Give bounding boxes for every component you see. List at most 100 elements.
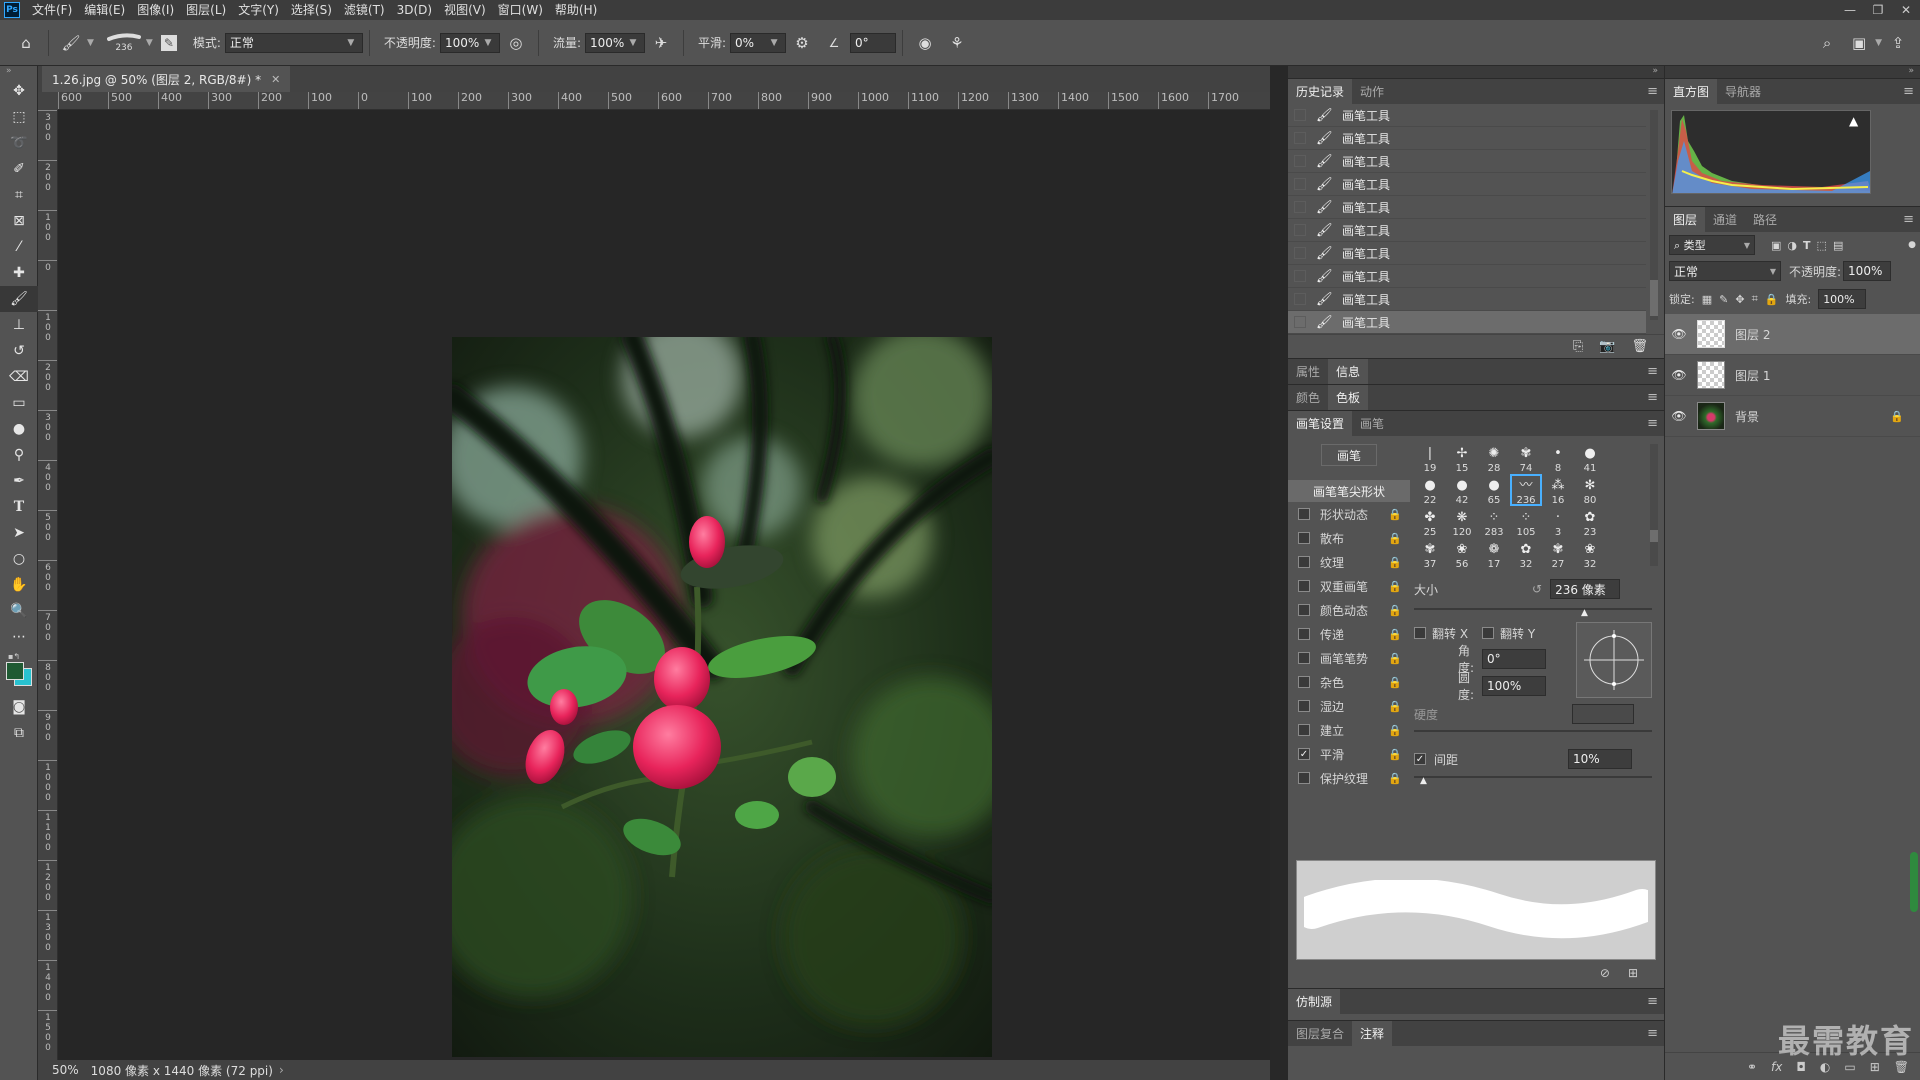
visibility-eye-icon[interactable]: 👁 (1665, 409, 1693, 423)
filter-type-icon[interactable]: T (1803, 239, 1811, 252)
tab-layer-comps[interactable]: 图层复合 (1288, 1021, 1352, 1046)
dodge-tool-icon[interactable]: ⚲ (0, 442, 38, 468)
zoom-level[interactable]: 50% (52, 1063, 79, 1077)
brush-preset[interactable]: ✿ 32 (1510, 538, 1542, 570)
filter-shape-icon[interactable]: ⬚ (1817, 239, 1827, 252)
screen-mode-icon[interactable]: ⧉ (0, 720, 38, 746)
brush-option-checkbox[interactable] (1298, 556, 1310, 568)
menu-help[interactable]: 帮助(H) (549, 0, 603, 20)
brush-preset[interactable]: ✾ 74 (1510, 442, 1542, 474)
tab-brushes[interactable]: 画笔 (1352, 411, 1392, 436)
filter-adjustment-icon[interactable]: ◑ (1787, 239, 1797, 252)
tab-histogram[interactable]: 直方图 (1665, 79, 1718, 104)
horizontal-ruler[interactable]: 600 500 400 300 200 100 0 100 200 300 400 500 600 700… (58, 92, 1270, 110)
menu-view[interactable]: 视图(V) (438, 0, 492, 20)
more-tools-icon[interactable]: ⋯ (0, 624, 38, 650)
brush-preset[interactable]: ⁂ 16 (1542, 474, 1574, 506)
brush-preset[interactable]: ✢ 15 (1446, 442, 1478, 474)
menu-file[interactable]: 文件(F) (26, 0, 78, 20)
collapse-arrows-icon[interactable]: » (1288, 66, 1664, 78)
lasso-tool-icon[interactable]: ➰ (0, 130, 38, 156)
history-state[interactable]: 🖌 画笔工具 (1288, 288, 1646, 311)
brush-tool-preset-icon[interactable]: 🖌 (59, 31, 83, 55)
panel-menu-icon[interactable]: ≡ (1647, 390, 1658, 405)
lock-icon[interactable]: 🔒 (1388, 556, 1402, 569)
tab-history[interactable]: 历史记录 (1288, 79, 1353, 104)
lock-position-icon[interactable]: ✥ (1735, 293, 1744, 306)
layer-row[interactable]: 👁 图层 2 (1665, 314, 1920, 355)
lock-pixels-icon[interactable]: ✎ (1719, 293, 1728, 306)
tab-navigator[interactable]: 导航器 (1717, 79, 1769, 104)
lock-icon[interactable]: 🔒 (1388, 508, 1402, 521)
snapshot-source-checkbox[interactable] (1294, 132, 1306, 144)
brush-angle-field[interactable]: 0° (850, 32, 897, 53)
scroll-thumb[interactable] (1650, 530, 1658, 542)
brush-preset[interactable]: ❘ 19 (1414, 442, 1446, 474)
menu-image[interactable]: 图像(I) (131, 0, 180, 20)
mode-select[interactable]: 正常 ▼ (224, 32, 363, 53)
angle-field[interactable]: 0° (1482, 649, 1546, 669)
lock-icon[interactable]: 🔒 (1388, 532, 1402, 545)
lock-icon[interactable]: 🔒 (1388, 604, 1402, 617)
brush-preset[interactable]: ✻ 80 (1574, 474, 1606, 506)
brush-option[interactable]: 杂色 🔒 (1288, 670, 1410, 694)
brush-option[interactable]: 纹理 🔒 (1288, 550, 1410, 574)
ellipse-tool-icon[interactable]: ○ (0, 546, 38, 572)
scroll-thumb[interactable] (1650, 280, 1658, 316)
brush-option-checkbox[interactable] (1298, 628, 1310, 640)
fill-field[interactable]: 100% (1818, 289, 1867, 309)
snapshot-source-checkbox[interactable] (1294, 109, 1306, 121)
layer-blend-mode-select[interactable]: 正常 ▼ (1669, 261, 1781, 281)
snapshot-source-checkbox[interactable] (1294, 247, 1306, 259)
slider-thumb[interactable]: ▲ (1581, 608, 1588, 618)
brush-preset[interactable]: ✤ 25 (1414, 506, 1446, 538)
lock-icon[interactable]: 🔒 (1388, 628, 1402, 641)
type-tool-icon[interactable]: T (0, 494, 38, 520)
brush-preset[interactable]: ✺ 28 (1478, 442, 1510, 474)
brush-preset[interactable]: ❁ 17 (1478, 538, 1510, 570)
minimize-button[interactable]: — (1836, 3, 1864, 17)
history-state[interactable]: 🖌 画笔工具 (1288, 265, 1646, 288)
snapshot-source-checkbox[interactable] (1294, 201, 1306, 213)
panel-menu-icon[interactable]: ≡ (1647, 364, 1658, 379)
preset-scrollbar[interactable] (1650, 444, 1658, 566)
lock-all-icon[interactable]: 🔒 (1765, 293, 1779, 306)
brush-tip-shape-item[interactable]: 画笔笔尖形状 (1288, 480, 1410, 502)
brush-preset[interactable]: ⁘ 105 (1510, 506, 1542, 538)
panel-menu-icon[interactable]: ≡ (1903, 212, 1914, 227)
layer-row[interactable]: 👁 背景 🔒 (1665, 396, 1920, 437)
frame-tool-icon[interactable]: ⊠ (0, 208, 38, 234)
layer-opacity-field[interactable]: 100% (1843, 261, 1892, 281)
history-state[interactable]: 🖌 画笔工具 (1288, 242, 1646, 265)
move-tool-icon[interactable]: ✥ (0, 78, 38, 104)
filter-toggle-icon[interactable]: ● (1908, 240, 1916, 250)
layer-name[interactable]: 图层 1 (1735, 367, 1770, 384)
pressure-size-icon[interactable]: ◉ (913, 31, 937, 55)
brush-option[interactable]: 颜色动态 🔒 (1288, 598, 1410, 622)
brush-preset[interactable]: ● 65 (1478, 474, 1510, 506)
brush-preset[interactable]: ✾ 37 (1414, 538, 1446, 570)
history-brush-tool-icon[interactable]: ↺ (0, 338, 38, 364)
size-slider[interactable]: ▲ (1414, 604, 1652, 618)
lock-icon[interactable]: 🔒 (1388, 748, 1402, 761)
hand-tool-icon[interactable]: ✋ (0, 572, 38, 598)
opacity-field[interactable]: 100% ▼ (439, 32, 500, 53)
canvas-area[interactable] (58, 110, 1270, 1060)
panel-menu-icon[interactable]: ≡ (1903, 84, 1914, 99)
lock-icon[interactable]: 🔒 (1388, 652, 1402, 665)
eyedropper-tool-icon[interactable]: ⁄ (0, 234, 38, 260)
brush-option[interactable]: 散布 🔒 (1288, 526, 1410, 550)
layer-row[interactable]: 👁 图层 1 (1665, 355, 1920, 396)
search-icon[interactable]: ⌕ (1815, 31, 1839, 55)
spacing-checkbox[interactable]: ✓ (1414, 753, 1426, 765)
brush-option-checkbox[interactable] (1298, 676, 1310, 688)
chevron-down-icon[interactable]: ▼ (146, 38, 153, 48)
brush-option[interactable]: 传递 🔒 (1288, 622, 1410, 646)
document-tab[interactable]: 1.26.jpg @ 50% (图层 2, RGB/8#) * ✕ (42, 66, 291, 92)
tab-layers[interactable]: 图层 (1665, 207, 1706, 232)
brush-option[interactable]: ✓ 平滑 🔒 (1288, 742, 1410, 766)
symmetry-icon[interactable]: ⚘ (945, 31, 969, 55)
brush-option[interactable]: 双重画笔 🔒 (1288, 574, 1410, 598)
history-state[interactable]: 🖌 画笔工具 (1288, 127, 1646, 150)
toggle-preview-icon[interactable]: ⊘ (1600, 966, 1610, 980)
